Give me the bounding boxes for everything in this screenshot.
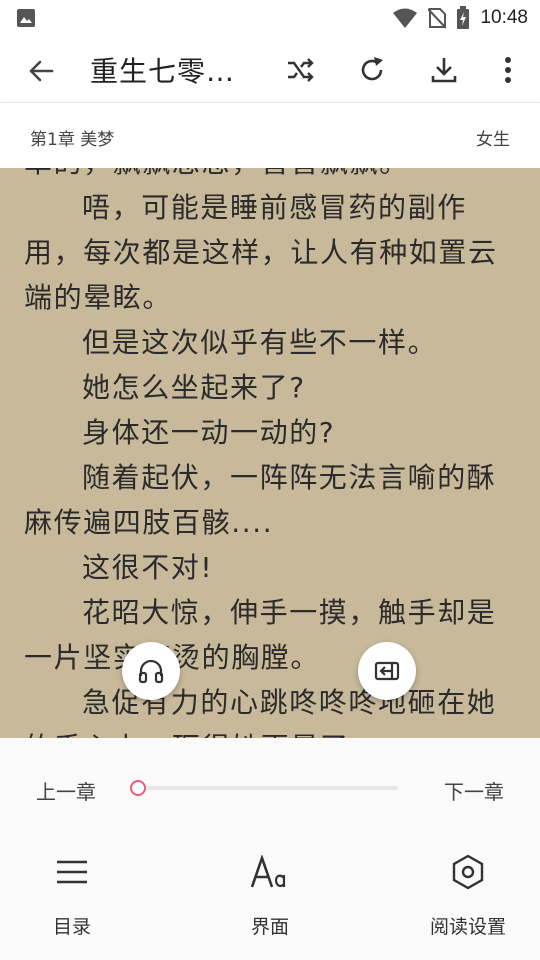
text-line: 用，每次都是这样，让人有种如置云: [24, 236, 498, 269]
text-line: 花昭大惊，伸手一摸，触手却是: [82, 596, 497, 629]
chapter-header: 第1章 美梦 女生: [0, 102, 540, 169]
text-line: 唔，可能是睡前感冒药的副作: [82, 191, 467, 224]
more-options-icon[interactable]: [492, 54, 524, 86]
font-size-icon: [250, 855, 286, 888]
text-body: 草的，飘飘忽忽，喜喜飘飘。唔，可能是睡前感冒药的副作用，每次都是这样，让人有种如…: [24, 168, 524, 738]
reading-area[interactable]: 草的，飘飘忽忽，喜喜飘飘。唔，可能是睡前感冒药的副作用，每次都是这样，让人有种如…: [0, 168, 540, 738]
catalog-button[interactable]: 目录: [12, 848, 132, 939]
listen-button[interactable]: [122, 642, 180, 700]
slider-thumb[interactable]: [130, 780, 146, 796]
clock: 10:48: [480, 7, 528, 28]
headphones-icon: [138, 659, 164, 684]
text-line: 一片坚实滚烫的胸膛。: [24, 635, 524, 680]
reading-settings-button[interactable]: 阅读设置: [408, 848, 528, 939]
text-line: 急促有力的心跳咚咚咚地砸在她: [82, 686, 497, 719]
app-bar: 重生七零…: [0, 36, 540, 102]
gallery-icon: [17, 9, 35, 27]
book-title: 重生七零…: [90, 55, 236, 88]
chapter-progress-slider[interactable]: [138, 786, 398, 790]
chapter-title: 第1章 美梦: [30, 130, 115, 150]
reader-menu-panel: 上一章 下一章 目录 界面 阅读设置: [0, 738, 540, 960]
prev-chapter-button[interactable]: 上一章: [36, 776, 96, 805]
status-bar: 10:48: [0, 0, 540, 36]
download-icon[interactable]: [428, 54, 460, 86]
no-sim-icon: [428, 8, 447, 29]
text-line: 这很不对!: [82, 551, 214, 584]
text-line: 她怎么坐起来了?: [82, 371, 306, 404]
theme-button[interactable]: 界面: [210, 848, 330, 939]
back-arrow-icon[interactable]: [26, 56, 56, 86]
wifi-icon: [393, 8, 418, 28]
book-category: 女生: [476, 130, 510, 150]
menu-list-icon: [57, 860, 87, 884]
text-line: 但是这次似乎有些不一样。: [82, 326, 438, 359]
theme-label: 界面: [250, 916, 289, 938]
next-chapter-button[interactable]: 下一章: [444, 776, 504, 805]
refresh-icon[interactable]: [356, 54, 388, 86]
reading-settings-label: 阅读设置: [429, 916, 506, 938]
settings-hexagon-icon: [452, 854, 484, 890]
battery-charging-icon: [457, 6, 470, 29]
exit-read-button[interactable]: [358, 642, 416, 700]
text-line: 草的，飘飘忽忽，喜喜飘飘。: [24, 168, 524, 185]
text-line: 端的晕眩。: [24, 281, 173, 314]
text-line: 麻传遍四肢百骸....: [24, 506, 274, 539]
shuffle-icon[interactable]: [284, 54, 316, 86]
text-line: 的手心上，砸得她更晕了。: [24, 725, 524, 738]
text-line: 身体还一动一动的?: [82, 416, 336, 449]
text-line: 随着起伏，一阵阵无法言喻的酥: [82, 461, 497, 494]
catalog-label: 目录: [52, 916, 91, 938]
exit-icon: [374, 661, 400, 681]
